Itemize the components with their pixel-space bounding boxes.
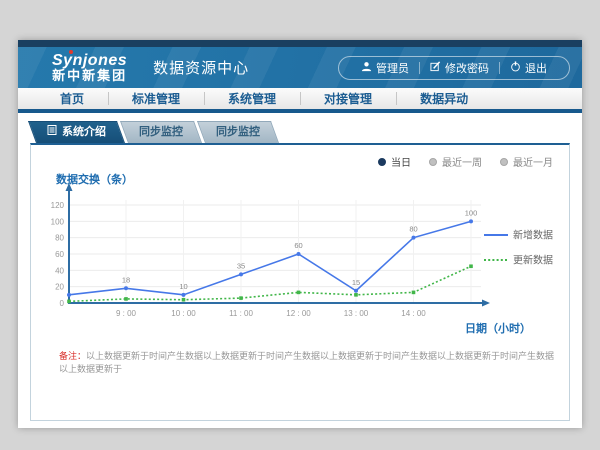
nav-item-standard-mgmt[interactable]: 标准管理 xyxy=(108,90,204,107)
svg-text:100: 100 xyxy=(465,208,478,217)
app-window: Synjones 新中新集团 数据资源中心 管理员 修改密码 退出 xyxy=(18,40,582,428)
time-filter: 当日 最近一周 最近一月 xyxy=(378,154,553,169)
svg-text:11 : 00: 11 : 00 xyxy=(229,309,253,318)
user-name-label: 管理员 xyxy=(376,60,409,76)
main-nav: 首页 标准管理 系统管理 对接管理 数据异动 xyxy=(18,88,582,113)
document-icon xyxy=(47,121,57,143)
nav-item-integration-mgmt[interactable]: 对接管理 xyxy=(300,90,396,107)
logo-text: Synjones xyxy=(52,52,127,70)
remark-text: 以上数据更新于时间产生数据以上数据更新于时间产生数据以上数据更新于时间产生数据以… xyxy=(59,351,554,374)
user-toolbar: 管理员 修改密码 退出 xyxy=(338,56,570,80)
change-password-label: 修改密码 xyxy=(445,60,489,76)
svg-text:10 : 00: 10 : 00 xyxy=(171,309,196,318)
radio-icon xyxy=(500,158,508,166)
svg-text:40: 40 xyxy=(55,266,64,275)
svg-text:12 : 00: 12 : 00 xyxy=(286,309,311,318)
svg-text:80: 80 xyxy=(409,225,417,234)
nav-item-home[interactable]: 首页 xyxy=(36,90,108,107)
nav-item-system-mgmt[interactable]: 系统管理 xyxy=(204,90,300,107)
svg-text:100: 100 xyxy=(51,217,65,226)
chart-panel: 当日 最近一周 最近一月 0 20 40 60 80 100 120 9 : 00 10 : 0… xyxy=(30,143,570,421)
user-icon xyxy=(361,61,372,75)
tab-sync-monitor-1[interactable]: 同步监控 xyxy=(124,121,198,143)
nav-item-data-change[interactable]: 数据异动 xyxy=(396,90,492,107)
svg-text:120: 120 xyxy=(51,201,65,210)
header: Synjones 新中新集团 数据资源中心 管理员 修改密码 退出 xyxy=(18,47,582,88)
svg-text:20: 20 xyxy=(55,283,64,292)
filter-option-last-week[interactable]: 最近一周 xyxy=(429,154,482,169)
change-password-button[interactable]: 修改密码 xyxy=(420,60,499,76)
svg-text:18: 18 xyxy=(122,275,130,284)
logo-accent-dot xyxy=(69,50,73,54)
svg-text:更新数据: 更新数据 xyxy=(513,254,553,267)
filter-option-today[interactable]: 当日 xyxy=(378,154,411,169)
content-area: 系统介绍 同步监控 同步监控 当日 xyxy=(18,121,582,421)
svg-text:15: 15 xyxy=(352,278,360,287)
svg-text:日期（小时）: 日期（小时） xyxy=(465,321,531,335)
page-title: 数据资源中心 xyxy=(153,57,249,78)
radio-icon xyxy=(429,158,437,166)
top-strip xyxy=(18,40,582,47)
edit-icon xyxy=(430,61,441,75)
filter-label: 最近一周 xyxy=(442,154,482,169)
svg-text:60: 60 xyxy=(55,250,64,259)
filter-label: 最近一月 xyxy=(513,154,553,169)
desktop-background: Synjones 新中新集团 数据资源中心 管理员 修改密码 退出 xyxy=(0,0,600,450)
svg-text:35: 35 xyxy=(237,261,245,270)
logout-button[interactable]: 退出 xyxy=(500,60,557,76)
radio-selected-icon xyxy=(378,158,386,166)
logout-label: 退出 xyxy=(525,60,547,76)
filter-option-last-month[interactable]: 最近一月 xyxy=(500,154,553,169)
tab-label: 系统介绍 xyxy=(62,121,106,143)
tab-bar: 系统介绍 同步监控 同步监控 xyxy=(32,121,582,143)
remark: 备注：以上数据更新于时间产生数据以上数据更新于时间产生数据以上数据更新于时间产生… xyxy=(59,350,559,375)
filter-label: 当日 xyxy=(391,154,411,169)
svg-text:新增数据: 新增数据 xyxy=(513,229,553,242)
svg-text:9 : 00: 9 : 00 xyxy=(116,309,137,318)
tab-sync-monitor-2[interactable]: 同步监控 xyxy=(201,121,275,143)
remark-label: 备注： xyxy=(59,351,86,361)
tab-label: 同步监控 xyxy=(216,121,260,143)
svg-text:14 : 00: 14 : 00 xyxy=(401,309,426,318)
svg-text:10: 10 xyxy=(179,282,187,291)
logo-subtext: 新中新集团 xyxy=(52,69,127,83)
tab-system-intro[interactable]: 系统介绍 xyxy=(32,121,121,143)
power-icon xyxy=(510,61,521,75)
tab-label: 同步监控 xyxy=(139,121,183,143)
user-menu[interactable]: 管理员 xyxy=(351,60,419,76)
svg-text:0: 0 xyxy=(60,299,65,308)
svg-text:13 : 00: 13 : 00 xyxy=(344,309,369,318)
logo: Synjones 新中新集团 xyxy=(52,52,127,84)
svg-text:数据交换（条）: 数据交换（条） xyxy=(56,172,133,186)
svg-text:80: 80 xyxy=(55,234,64,243)
svg-text:60: 60 xyxy=(294,241,302,250)
